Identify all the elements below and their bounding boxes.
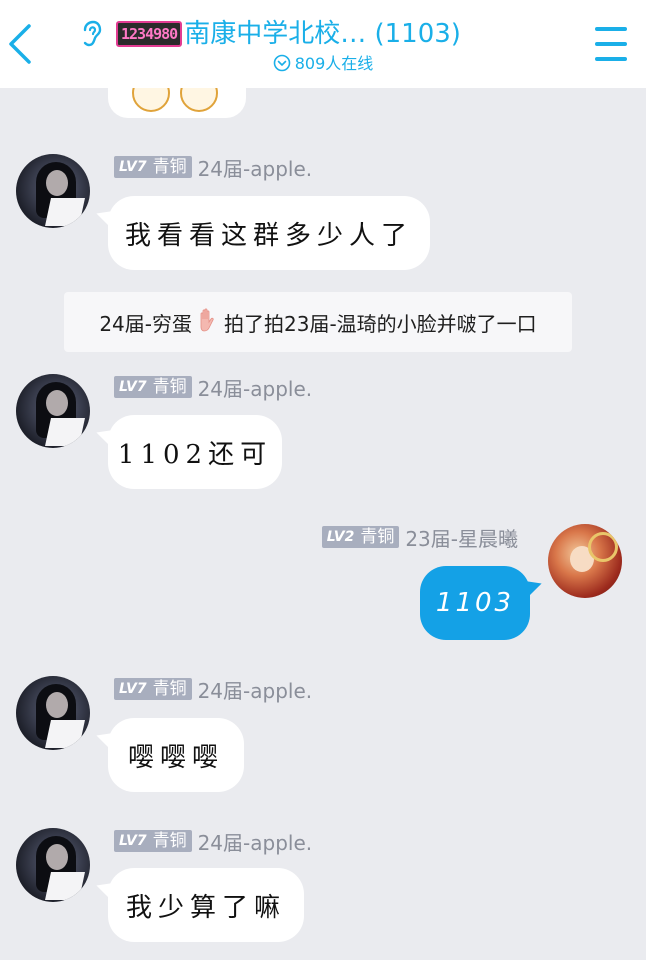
emoji-icon bbox=[180, 88, 218, 112]
message-bubble[interactable]: 我少算了嘛 bbox=[108, 868, 304, 942]
chat-title[interactable]: 1234980 南康中学北校… (1103) bbox=[80, 14, 461, 54]
avatar[interactable] bbox=[16, 374, 90, 448]
sender-name[interactable]: 24届-apple. bbox=[198, 827, 313, 856]
level-badge: LV2 青铜 bbox=[321, 526, 400, 548]
online-count-text: 809人在线 bbox=[294, 54, 374, 73]
message-meta: LV7 青铜 24届-apple. bbox=[114, 827, 313, 856]
sender-name[interactable]: 23届-星晨曦 bbox=[405, 523, 518, 552]
chat-header: 1234980 南康中学北校… (1103) 809人在线 bbox=[0, 0, 646, 88]
message-bubble[interactable]: 1102还可 bbox=[108, 415, 282, 489]
self-avatar[interactable] bbox=[548, 524, 622, 598]
level-badge: LV7 青铜 bbox=[114, 156, 192, 178]
system-notice: 24届-穷蛋 拍了拍23届-温琦的小脸并啵了一口 bbox=[64, 292, 572, 352]
emoji-icon bbox=[132, 88, 170, 112]
notice-text-before: 24届-穷蛋 bbox=[99, 311, 192, 336]
ear-icon[interactable] bbox=[80, 20, 104, 48]
chat-screen: 1234980 南康中学北校… (1103) 809人在线 LV7 青铜 24届… bbox=[0, 0, 646, 960]
menu-button[interactable] bbox=[588, 22, 634, 66]
level-badge: LV7 青铜 bbox=[114, 678, 192, 700]
level-badge: LV7 青铜 bbox=[114, 376, 192, 398]
level-badge: LV7 青铜 bbox=[114, 830, 192, 852]
message-bubble-self[interactable]: 1103 bbox=[420, 566, 530, 640]
message-list[interactable]: LV7 青铜 24届-apple. 我看看这群多少人了 24届-穷蛋 拍了拍23届… bbox=[0, 88, 646, 960]
avatar[interactable] bbox=[16, 828, 90, 902]
message-bubble-partial[interactable] bbox=[108, 88, 246, 118]
avatar[interactable] bbox=[16, 154, 90, 228]
group-logo: 1234980 bbox=[116, 21, 183, 47]
message-bubble[interactable]: 嘤嘤嘤 bbox=[108, 718, 244, 792]
message-meta: LV7 青铜 24届-apple. bbox=[114, 153, 313, 182]
message-bubble[interactable]: 我看看这群多少人了 bbox=[108, 196, 430, 270]
sender-name[interactable]: 24届-apple. bbox=[198, 675, 313, 704]
notice-text-after: 拍了拍23届-温琦的小脸并啵了一口 bbox=[224, 311, 537, 336]
menu-icon bbox=[595, 27, 627, 31]
avatar[interactable] bbox=[16, 676, 90, 750]
message-meta: LV7 青铜 24届-apple. bbox=[114, 373, 313, 402]
online-count[interactable]: 809人在线 bbox=[0, 52, 646, 76]
sender-name[interactable]: 24届-apple. bbox=[198, 373, 313, 402]
group-name: 南康中学北校… (1103) bbox=[184, 19, 461, 49]
message-meta-self: LV2 青铜 23届-星晨曦 bbox=[321, 523, 518, 552]
online-check-icon bbox=[273, 54, 291, 72]
waving-hand-icon bbox=[194, 306, 222, 339]
message-meta: LV7 青铜 24届-apple. bbox=[114, 675, 313, 704]
sender-name[interactable]: 24届-apple. bbox=[198, 153, 313, 182]
